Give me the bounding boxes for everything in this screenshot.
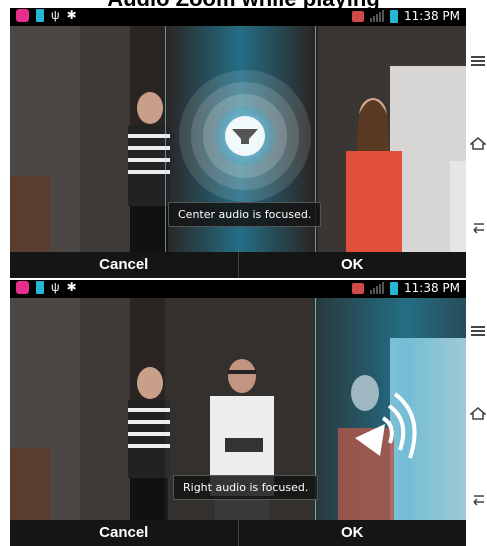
back-icon[interactable] <box>470 492 486 506</box>
signal-icon <box>370 10 384 22</box>
signal-icon <box>370 282 384 294</box>
toast-message: Right audio is focused. <box>173 475 319 500</box>
nav-bar-bottom <box>466 280 487 546</box>
usb-icon: ψ <box>51 280 60 294</box>
screenshot-right-focus: ψ ✱ 11:38 PM Right audio is focused. Can… <box>10 280 466 546</box>
bottom-bar: Cancel OK <box>10 252 466 278</box>
bottom-bar: Cancel OK <box>10 520 466 546</box>
status-time: 11:38 PM <box>404 9 460 23</box>
ok-button[interactable]: OK <box>239 252 467 278</box>
battery-icon <box>390 281 398 295</box>
battery-icon <box>390 9 398 23</box>
status-bar: ψ ✱ 11:38 PM <box>10 280 466 298</box>
message-icon <box>352 10 364 22</box>
home-icon[interactable] <box>470 136 486 150</box>
home-icon[interactable] <box>470 406 486 420</box>
debug-icon: ✱ <box>66 8 77 22</box>
status-bar: ψ ✱ 11:38 PM <box>10 8 466 26</box>
cancel-button[interactable]: Cancel <box>10 520 238 546</box>
cancel-button[interactable]: Cancel <box>10 252 238 278</box>
back-icon[interactable] <box>470 220 486 234</box>
ok-button[interactable]: OK <box>239 520 467 546</box>
app-notification-icon <box>16 281 29 294</box>
usb-icon: ψ <box>51 8 60 22</box>
menu-icon[interactable] <box>470 324 486 338</box>
message-icon <box>352 282 364 294</box>
nav-bar-top <box>466 8 487 278</box>
toast-message: Center audio is focused. <box>168 202 322 227</box>
screenshot-center-focus: ψ ✱ 11:38 PM Center audio is focused. Ca… <box>10 8 466 278</box>
debug-icon: ✱ <box>66 280 77 294</box>
audio-focus-rings[interactable] <box>179 70 311 202</box>
battery-notification-icon <box>36 9 44 22</box>
menu-icon[interactable] <box>470 54 486 68</box>
app-notification-icon <box>16 9 29 22</box>
battery-notification-icon <box>36 281 44 294</box>
status-time: 11:38 PM <box>404 281 460 295</box>
